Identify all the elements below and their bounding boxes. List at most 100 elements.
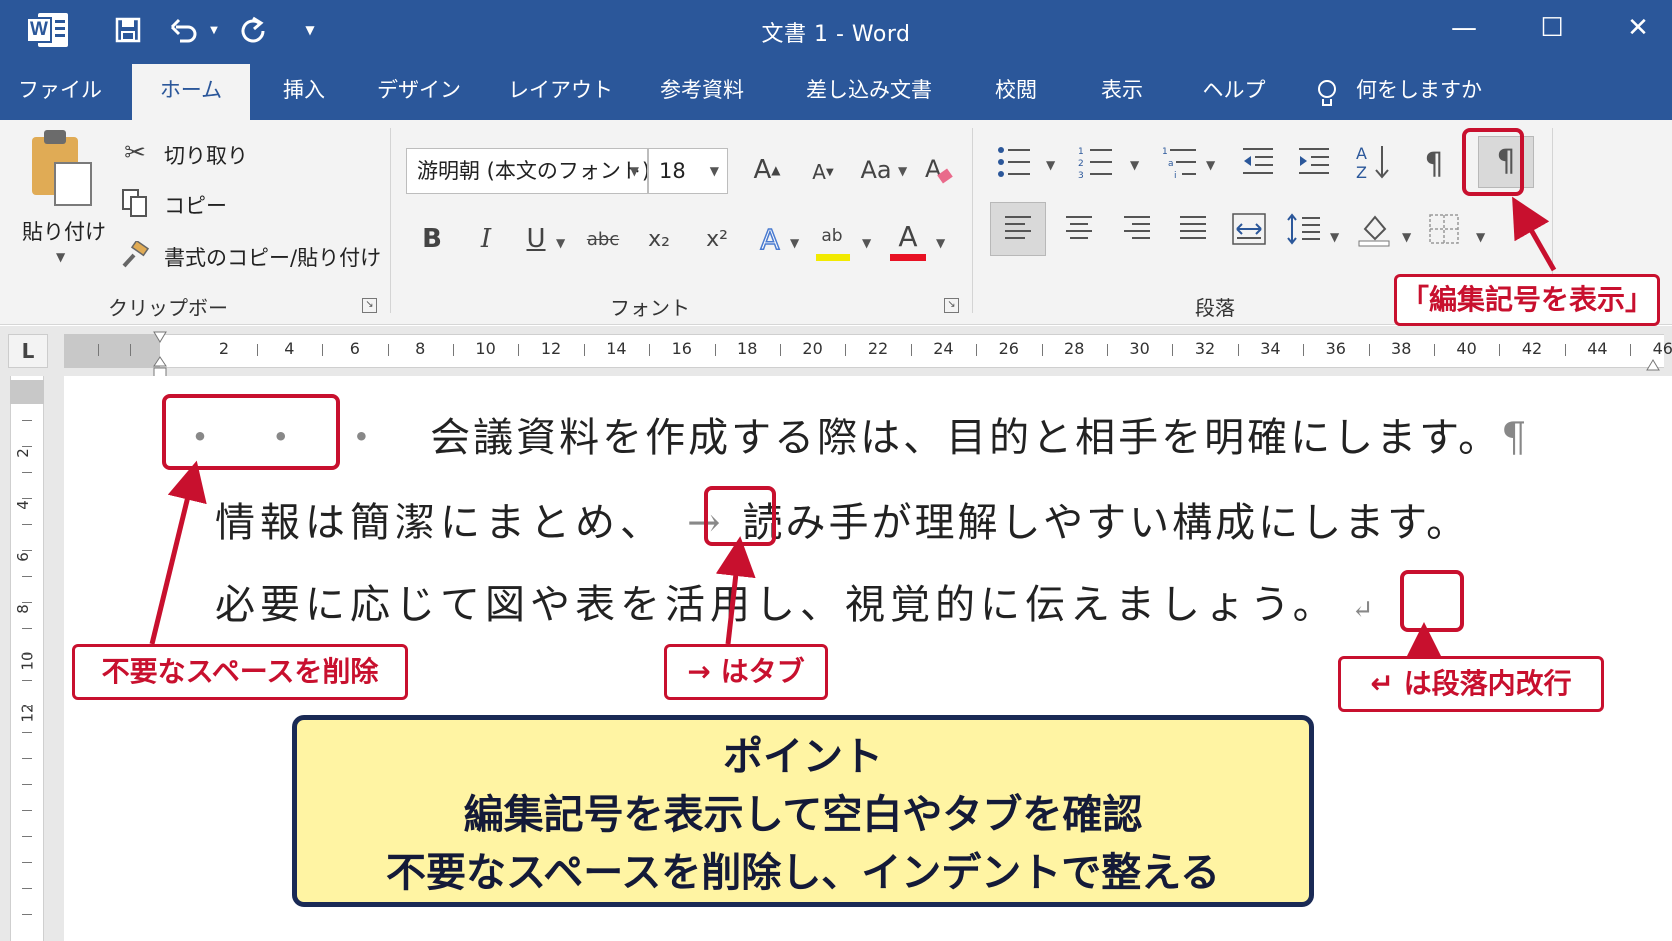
vruler-tick [22,732,32,733]
ruler-number: 30 [1129,339,1150,358]
tab-help[interactable]: ヘルプ [1200,60,1268,120]
font-size-select[interactable]: 18 ▼ [648,148,728,194]
ruler-number: 24 [933,339,954,358]
doc-line-1[interactable]: ・ ・ ・ 会議資料を作成する際は、目的と相手を明確にします。¶ [180,405,1527,463]
format-painter-button[interactable]: 書式のコピー/貼り付け [164,242,381,272]
line-spacing-dropdown-icon[interactable]: ▼ [1330,230,1339,244]
change-case-icon[interactable]: Aa [856,150,896,190]
numbering-dropdown-icon[interactable]: ▼ [1130,158,1139,172]
ruler-number: 34 [1260,339,1281,358]
align-center-icon[interactable] [1054,202,1104,256]
first-line-indent-marker[interactable] [153,328,167,343]
ruler-number: 2 [218,339,230,358]
horizontal-ruler[interactable]: L 2 4 6 8 10 12 14 16 18 20 22 24 26 28 30 32 34 36 38 40 42… [0,326,1672,378]
text-effects-icon[interactable]: A [754,218,786,260]
tab-insert[interactable]: 挿入 [272,60,336,120]
ruler-number: 18 [737,339,758,358]
highlight-dropdown-icon[interactable]: ▼ [862,236,871,250]
tab-mailings[interactable]: 差し込み文書 [804,60,934,120]
doc-line-2[interactable]: 情報は簡潔にまとめ、 → 読み手が理解しやすい構成にします。 [215,490,1469,548]
paste-button[interactable]: 貼り付け [22,216,106,246]
doc-line-3[interactable]: 必要に応じて図や表を活用し、視覚的に伝えましょう。 ↵ [215,572,1373,630]
multilevel-dropdown-icon[interactable]: ▼ [1206,158,1215,172]
paste-icon[interactable] [0,120,110,270]
vruler-tick [22,758,32,759]
distributed-icon[interactable] [1224,202,1274,256]
ruler-tick [1368,344,1370,356]
window-title: 文書 1 - Word [761,22,911,47]
clipboard-launcher-icon[interactable]: ↘ [362,298,377,313]
sort-icon[interactable]: AZ [1352,140,1396,184]
tab-home[interactable]: ホーム [132,64,250,120]
multilevel-list-icon[interactable]: 1ai [1160,142,1200,182]
scissors-icon: ✂ [124,138,146,168]
shrink-font-icon[interactable]: A ▼ [808,154,838,190]
tab-view[interactable]: 表示 [1092,60,1152,120]
vruler-tick [22,420,32,421]
underline-icon[interactable]: U [522,218,550,260]
copy-button[interactable]: コピー [164,190,227,220]
font-name-select[interactable]: 游明朝 (本文のフォント) ▼ [406,148,648,194]
tell-me-search[interactable]: 何をしますか [1356,60,1482,120]
numbering-icon[interactable]: 1 2 3 [1076,142,1116,182]
borders-icon[interactable] [1424,204,1464,254]
align-left-button[interactable] [990,202,1046,256]
decrease-indent-icon[interactable] [1238,142,1278,182]
increase-indent-icon[interactable] [1294,142,1334,182]
paste-dropdown-icon[interactable]: ▼ [56,250,65,264]
superscript-icon[interactable]: x² [700,218,734,260]
shading-dropdown-icon[interactable]: ▼ [1402,230,1411,244]
change-case-dropdown-icon[interactable]: ▼ [898,164,907,178]
vertical-ruler[interactable]: 2 4 6 8 10 12 [0,376,64,941]
font-color-icon[interactable]: A [890,216,926,256]
tab-review[interactable]: 校閲 [986,60,1046,120]
ruler-tick [1303,344,1305,356]
highlight-icon[interactable]: ab [814,216,850,256]
align-right-icon[interactable] [1112,202,1162,256]
font-color-dropdown-icon[interactable]: ▼ [936,236,945,250]
vruler-tick [22,862,32,863]
strikethrough-icon[interactable]: abc [580,218,626,260]
tab-file[interactable]: ファイル [18,60,102,120]
tab-references[interactable]: 参考資料 [652,60,752,120]
bullets-icon[interactable] [994,142,1034,182]
close-button[interactable]: ✕ [1618,8,1658,48]
svg-text:Z: Z [1356,163,1367,182]
hanging-indent-marker[interactable] [153,356,167,378]
line-spacing-icon[interactable] [1282,202,1326,256]
tab-selector[interactable]: L [8,334,48,368]
ruler-number: 22 [867,339,889,358]
borders-dropdown-icon[interactable]: ▼ [1476,230,1485,244]
ruler-tick [649,344,651,356]
svg-text:A: A [925,155,942,183]
bold-icon[interactable]: B [416,218,448,260]
minimize-button[interactable]: — [1444,8,1484,48]
tab-design[interactable]: デザイン [376,60,462,120]
cut-button[interactable]: 切り取り [164,140,248,170]
ruler-tick [130,344,131,356]
italic-icon[interactable]: I [472,218,500,260]
vruler-tick [22,888,32,889]
text-effects-dropdown-icon[interactable]: ▼ [790,236,799,250]
bullets-dropdown-icon[interactable]: ▼ [1046,158,1055,172]
ruler-tick [1041,344,1043,356]
clear-formatting-icon[interactable]: A [920,150,956,190]
justify-icon[interactable] [1168,202,1218,256]
ruler-tick [256,344,258,356]
pilcrow-icon[interactable]: ¶ [1414,144,1454,184]
line-1-text: 会議資料を作成する際は、目的と相手を明確にします。 [430,415,1502,461]
svg-text:2: 2 [1078,159,1084,169]
underline-dropdown-icon[interactable]: ▼ [556,236,565,250]
ruler-number: 14 [606,339,627,358]
grow-font-icon[interactable]: A ▲ [750,150,784,190]
vruler-tick [22,810,32,811]
ruler-tick [387,344,389,356]
right-indent-marker[interactable] [1646,356,1660,371]
copy-icon [118,186,152,220]
font-launcher-icon[interactable]: ↘ [944,298,959,313]
shading-icon[interactable] [1352,202,1396,256]
maximize-button[interactable]: ☐ [1532,8,1572,48]
paragraph-group-label: 段落 [1195,296,1235,320]
subscript-icon[interactable]: x₂ [642,218,676,260]
tab-layout[interactable]: レイアウト [508,60,613,120]
